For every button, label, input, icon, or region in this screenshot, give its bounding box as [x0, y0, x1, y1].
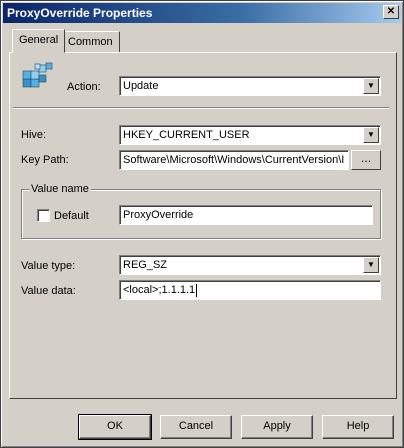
hive-value: HKEY_CURRENT_USER — [123, 129, 250, 141]
properties-dialog: ProxyOverride Properties ✕ General Commo… — [0, 0, 404, 448]
ok-label: OK — [107, 420, 123, 432]
value-name-value: ProxyOverride — [123, 209, 194, 221]
text-caret — [196, 283, 198, 297]
key-path-label: Key Path: — [21, 154, 69, 166]
value-type-dropdown[interactable]: REG_SZ ▼ — [119, 255, 381, 275]
separator — [13, 107, 389, 109]
tab-common-label: Common — [68, 36, 113, 48]
default-label: Default — [54, 210, 89, 222]
apply-button[interactable]: Apply — [241, 415, 313, 439]
chevron-down-icon[interactable]: ▼ — [363, 127, 379, 143]
value-name-legend: Value name — [29, 183, 91, 195]
chevron-down-icon[interactable]: ▼ — [363, 257, 379, 273]
cancel-label: Cancel — [178, 420, 214, 432]
apply-label: Apply — [263, 420, 291, 432]
value-data-value: <local>;1.1.1.1 — [123, 284, 196, 296]
close-icon: ✕ — [386, 6, 396, 17]
window-title: ProxyOverride Properties — [7, 6, 153, 20]
hive-label: Hive: — [21, 129, 47, 141]
key-path-value: Software\Microsoft\Windows\CurrentVersio… — [123, 154, 345, 166]
title-bar: ProxyOverride Properties ✕ — [3, 3, 401, 23]
chevron-down-icon[interactable]: ▼ — [363, 78, 379, 94]
help-button[interactable]: Help — [322, 415, 394, 439]
cancel-button[interactable]: Cancel — [160, 415, 232, 439]
hive-dropdown[interactable]: HKEY_CURRENT_USER ▼ — [119, 125, 381, 145]
help-label: Help — [346, 420, 370, 432]
action-value: Update — [123, 80, 159, 92]
ok-button[interactable]: OK — [78, 414, 152, 440]
key-path-field[interactable]: Software\Microsoft\Windows\CurrentVersio… — [119, 150, 349, 170]
value-data-label: Value data: — [21, 285, 76, 297]
tab-general[interactable]: General — [12, 29, 66, 53]
tab-common[interactable]: Common — [61, 31, 120, 53]
tab-general-label: General — [19, 34, 59, 46]
browse-label: ... — [360, 152, 372, 165]
value-type-label: Value type: — [21, 260, 76, 272]
value-name-field[interactable]: ProxyOverride — [119, 205, 373, 225]
action-dropdown[interactable]: Update ▼ — [119, 76, 381, 96]
value-data-field[interactable]: <local>;1.1.1.1 — [119, 280, 381, 300]
action-label: Action: — [67, 81, 101, 93]
value-type-value: REG_SZ — [123, 259, 168, 271]
default-checkbox[interactable] — [37, 209, 50, 222]
close-button[interactable]: ✕ — [383, 5, 399, 19]
browse-button[interactable]: ... — [351, 150, 381, 170]
registry-cubes-icon — [22, 62, 53, 88]
